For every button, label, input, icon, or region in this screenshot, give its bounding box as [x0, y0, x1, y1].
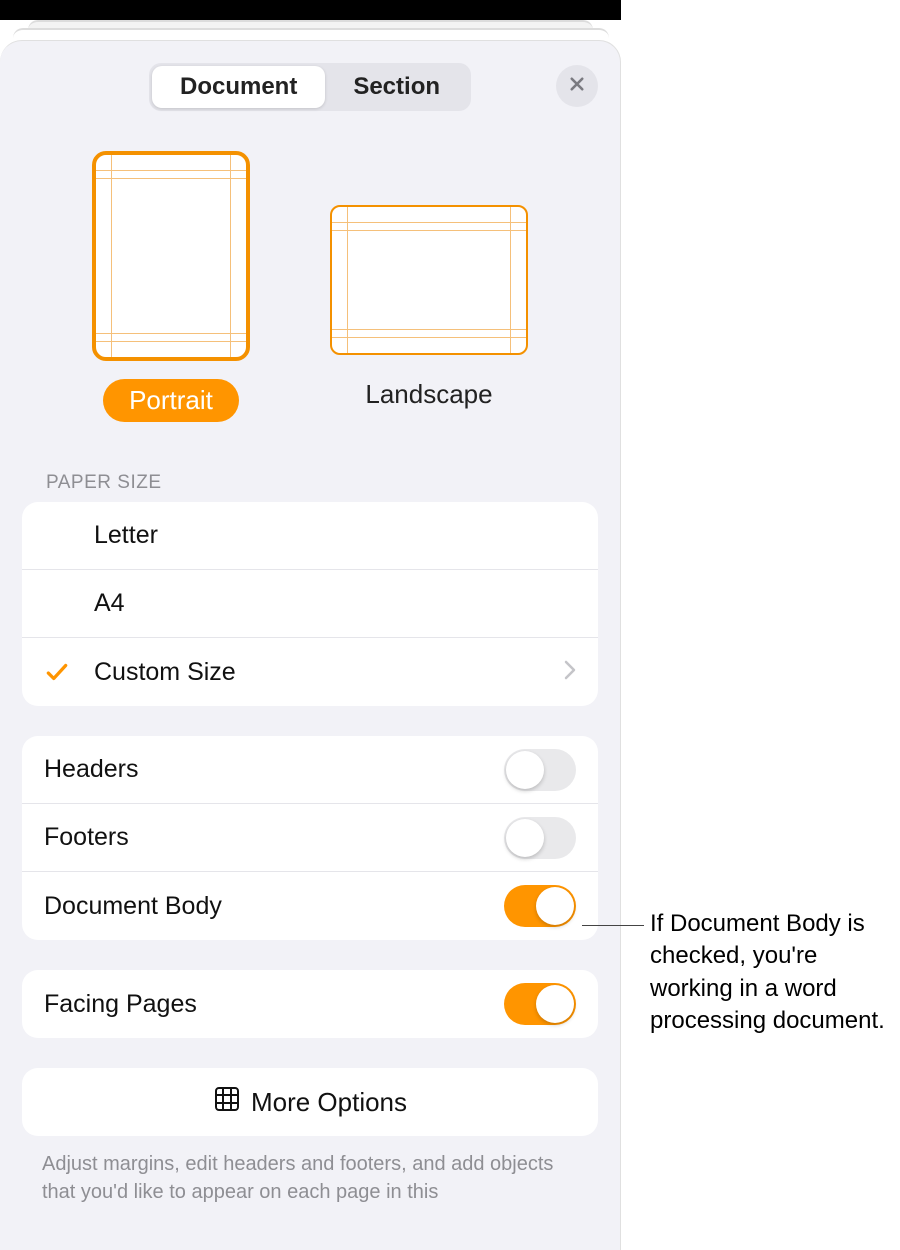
- close-icon: [568, 75, 586, 98]
- toggle-headers[interactable]: [504, 749, 576, 791]
- toggle-document-body[interactable]: [504, 885, 576, 927]
- landscape-label: Landscape: [339, 373, 518, 416]
- paper-size-custom[interactable]: Custom Size: [22, 638, 598, 706]
- row-label: Letter: [94, 521, 576, 550]
- more-options-button[interactable]: More Options: [22, 1068, 598, 1136]
- grid-icon: [213, 1085, 241, 1120]
- tab-section[interactable]: Section: [325, 66, 468, 108]
- row-label: Document Body: [44, 892, 504, 921]
- more-options-label: More Options: [251, 1087, 407, 1118]
- toggles-list: Headers Footers Document Body: [22, 736, 598, 940]
- paper-size-header: PAPER SIZE: [46, 472, 598, 494]
- row-document-body: Document Body: [22, 872, 598, 940]
- close-button[interactable]: [556, 65, 598, 107]
- row-label: A4: [94, 589, 576, 618]
- more-options-description: Adjust margins, edit headers and footers…: [42, 1150, 578, 1206]
- paper-size-list: Letter A4 Custom Size: [22, 502, 598, 706]
- document-settings-panel: Document Section Portrait Landscape PAPE…: [0, 40, 621, 1250]
- landscape-thumb-icon: [330, 205, 528, 355]
- callout-leader-line: [582, 925, 644, 926]
- sheet-stack: [0, 20, 621, 38]
- status-bar: [0, 0, 621, 20]
- row-facing-pages: Facing Pages: [22, 970, 598, 1038]
- tab-document[interactable]: Document: [152, 66, 325, 108]
- orientation-selector: Portrait Landscape: [22, 151, 598, 422]
- toggle-facing-pages[interactable]: [504, 983, 576, 1025]
- orientation-landscape[interactable]: Landscape: [330, 151, 528, 422]
- row-headers: Headers: [22, 736, 598, 804]
- callout-text: If Document Body is checked, you're work…: [650, 908, 895, 1038]
- orientation-portrait[interactable]: Portrait: [92, 151, 250, 422]
- row-label: Custom Size: [94, 658, 564, 687]
- row-label: Headers: [44, 755, 504, 784]
- panel-header: Document Section: [22, 63, 598, 111]
- portrait-thumb-icon: [92, 151, 250, 361]
- portrait-label: Portrait: [103, 379, 239, 422]
- checkmark-icon: [44, 659, 94, 685]
- tab-segmented-control: Document Section: [149, 63, 471, 111]
- paper-size-letter[interactable]: Letter: [22, 502, 598, 570]
- row-label: Facing Pages: [44, 990, 504, 1019]
- paper-size-a4[interactable]: A4: [22, 570, 598, 638]
- toggle-footers[interactable]: [504, 817, 576, 859]
- facing-pages-card: Facing Pages: [22, 970, 598, 1038]
- chevron-right-icon: [564, 658, 576, 687]
- row-label: Footers: [44, 823, 504, 852]
- more-options-card: More Options: [22, 1068, 598, 1136]
- row-footers: Footers: [22, 804, 598, 872]
